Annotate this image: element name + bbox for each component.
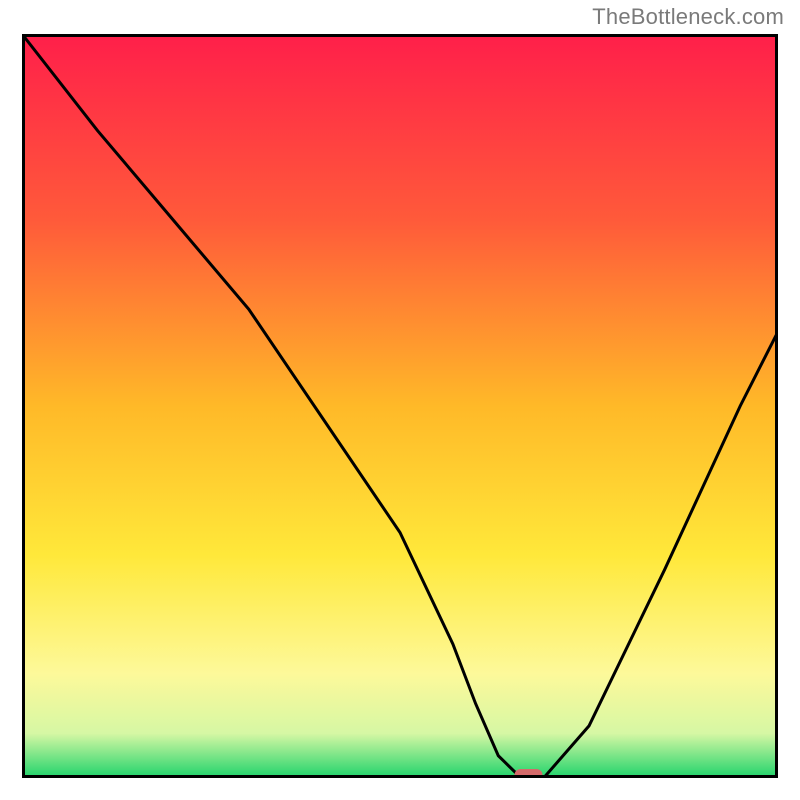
chart-background [22, 34, 778, 778]
chart-plot-area [22, 34, 778, 778]
chart-svg [22, 34, 778, 778]
watermark-text: TheBottleneck.com [592, 4, 784, 30]
